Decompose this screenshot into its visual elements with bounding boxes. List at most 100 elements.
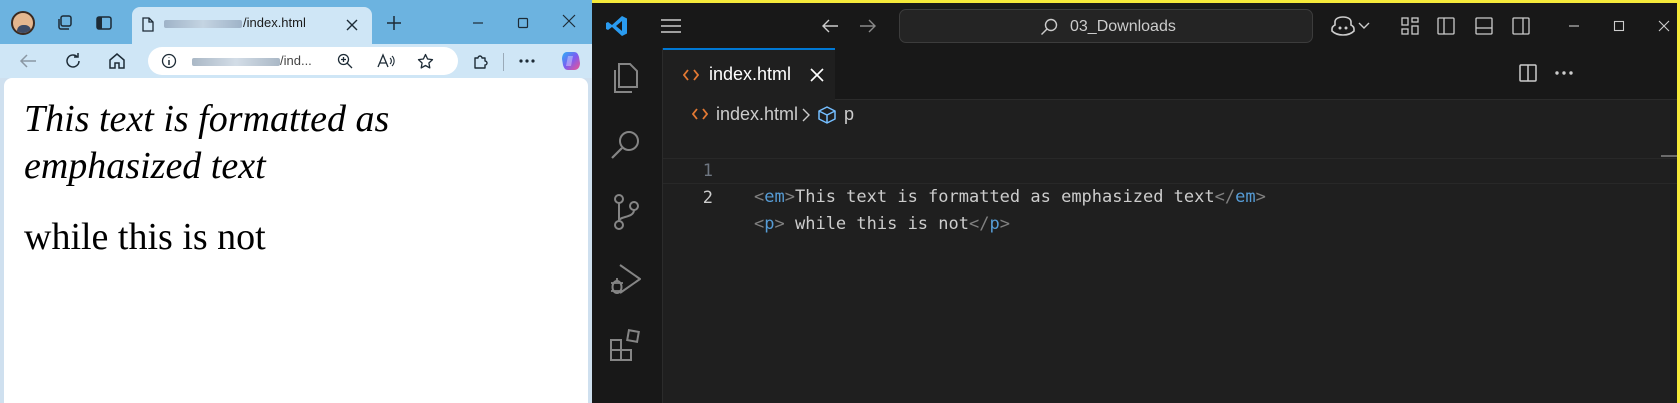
minimize-icon <box>473 22 483 24</box>
toggle-panel-button[interactable] <box>1472 14 1496 38</box>
back-button[interactable] <box>16 49 40 73</box>
tag-bracket: < <box>754 214 765 234</box>
run-debug-button[interactable] <box>606 259 646 299</box>
close-tab-button[interactable] <box>807 65 827 85</box>
layout-icon <box>1401 17 1419 35</box>
browser-tab-title: /index.html <box>164 15 306 30</box>
close-window-button[interactable] <box>557 9 581 33</box>
line-number: 2 <box>702 188 713 208</box>
more-button[interactable] <box>515 49 539 73</box>
workspaces-icon[interactable] <box>52 11 76 35</box>
arrow-right-icon <box>860 19 876 33</box>
toggle-primary-sidebar-button[interactable] <box>1434 14 1458 38</box>
paragraph-text: while this is not <box>24 216 266 258</box>
url-text[interactable]: /ind... <box>192 53 312 68</box>
split-editor-button[interactable] <box>1515 60 1541 86</box>
close-icon <box>1658 20 1670 32</box>
page-icon <box>140 15 156 33</box>
close-tab-button[interactable] <box>342 15 362 35</box>
browser-tab-index[interactable]: /index.html <box>132 7 372 44</box>
copilot-icon <box>562 52 580 70</box>
vscode-window: 03_Downloads index.html index.html p 1 <… <box>592 0 1680 403</box>
url-suffix: /ind... <box>280 53 312 68</box>
sidebar-right-icon <box>1512 17 1530 35</box>
home-button[interactable] <box>105 49 129 73</box>
new-tab-button[interactable] <box>382 11 406 35</box>
customize-layout-button[interactable] <box>1398 14 1422 38</box>
text-content: This text is formatted as emphasized tex… <box>794 187 1215 207</box>
minimize-icon <box>1569 25 1579 27</box>
search-view-button[interactable] <box>606 125 646 165</box>
refresh-icon <box>66 53 80 68</box>
breadcrumb-symbol[interactable]: p <box>844 104 854 125</box>
explorer-button[interactable] <box>606 58 646 98</box>
copilot-button[interactable] <box>558 48 584 74</box>
maximize-button[interactable] <box>511 11 535 35</box>
vscode-titlebar: 03_Downloads <box>592 3 1677 48</box>
tag-bracket: </ <box>968 214 990 234</box>
breadcrumb-file[interactable]: index.html <box>716 104 798 125</box>
line-content[interactable]: <em>This text is formatted as emphasized… <box>754 184 1266 210</box>
chevron-down-icon[interactable] <box>1357 16 1371 36</box>
close-window-button[interactable] <box>1652 14 1676 38</box>
close-icon <box>346 19 358 31</box>
address-bar[interactable]: /ind... <box>148 47 458 75</box>
home-icon <box>109 53 125 69</box>
tag-name: em <box>1235 187 1256 207</box>
panel-bottom-icon <box>1475 17 1493 35</box>
chevron-right-icon <box>802 108 810 122</box>
editor-tab-label: index.html <box>709 64 792 84</box>
minimize-button[interactable] <box>1562 14 1586 38</box>
maximize-icon <box>517 17 529 29</box>
line-content[interactable]: <p> while this is not</p> <box>754 211 1010 237</box>
command-center-label: 03_Downloads <box>1070 18 1176 35</box>
zoom-icon[interactable] <box>336 52 354 70</box>
activity-bar <box>592 48 663 403</box>
refresh-button[interactable] <box>61 49 85 73</box>
site-info-icon[interactable] <box>160 52 178 70</box>
code-line-2[interactable]: 2 <p> while this is not</p> <box>663 158 1677 234</box>
vscode-logo-icon <box>604 13 630 39</box>
extensions-icon <box>610 329 640 361</box>
maximize-icon <box>1613 20 1625 32</box>
tag-bracket: > <box>774 214 785 234</box>
code-editor[interactable]: 1 <em>This text is formatted as emphasiz… <box>663 130 1677 403</box>
html-file-icon <box>681 65 701 85</box>
extensions-button[interactable] <box>606 326 646 366</box>
tab-actions-icon[interactable] <box>92 11 116 35</box>
more-actions-button[interactable] <box>1551 60 1577 86</box>
scrollbar-cursor-marker[interactable] <box>1661 155 1677 157</box>
symbol-element-icon <box>817 106 837 124</box>
nav-forward-button[interactable] <box>856 14 880 38</box>
emphasized-text: This text is formatted as emphasized tex… <box>24 98 390 187</box>
source-control-button[interactable] <box>606 192 646 232</box>
browser-toolbar: /ind... <box>0 44 592 78</box>
nav-back-button[interactable] <box>818 14 842 38</box>
menu-button[interactable] <box>658 14 684 38</box>
extensions-button[interactable] <box>469 49 493 73</box>
tag-bracket: </ <box>1214 187 1236 207</box>
more-icon <box>1555 71 1573 75</box>
editor-tab-index-html[interactable]: index.html <box>663 48 835 100</box>
tag-name: em <box>764 187 785 207</box>
maximize-button[interactable] <box>1607 14 1631 38</box>
more-icon <box>519 59 535 63</box>
toolbar-divider <box>503 53 504 71</box>
new-tab-icon <box>387 16 401 30</box>
minimize-button[interactable] <box>466 11 490 35</box>
redacted-path <box>164 19 242 28</box>
toggle-secondary-sidebar-button[interactable] <box>1509 14 1533 38</box>
run-debug-icon <box>611 264 641 294</box>
avatar[interactable] <box>11 11 35 35</box>
tag-bracket: > <box>784 187 795 207</box>
read-aloud-icon[interactable] <box>376 52 396 70</box>
files-icon <box>614 63 638 93</box>
code-line-1[interactable]: 1 <em>This text is formatted as emphasiz… <box>663 132 1677 207</box>
tag-bracket: > <box>1255 187 1266 207</box>
copilot-button[interactable] <box>1329 14 1357 38</box>
favorite-icon[interactable] <box>416 52 434 70</box>
web-page-content: This text is formatted as emphasized tex… <box>4 78 588 403</box>
split-editor-icon <box>1519 64 1537 82</box>
tag-name: p <box>989 214 1000 234</box>
command-center[interactable]: 03_Downloads <box>899 9 1313 43</box>
